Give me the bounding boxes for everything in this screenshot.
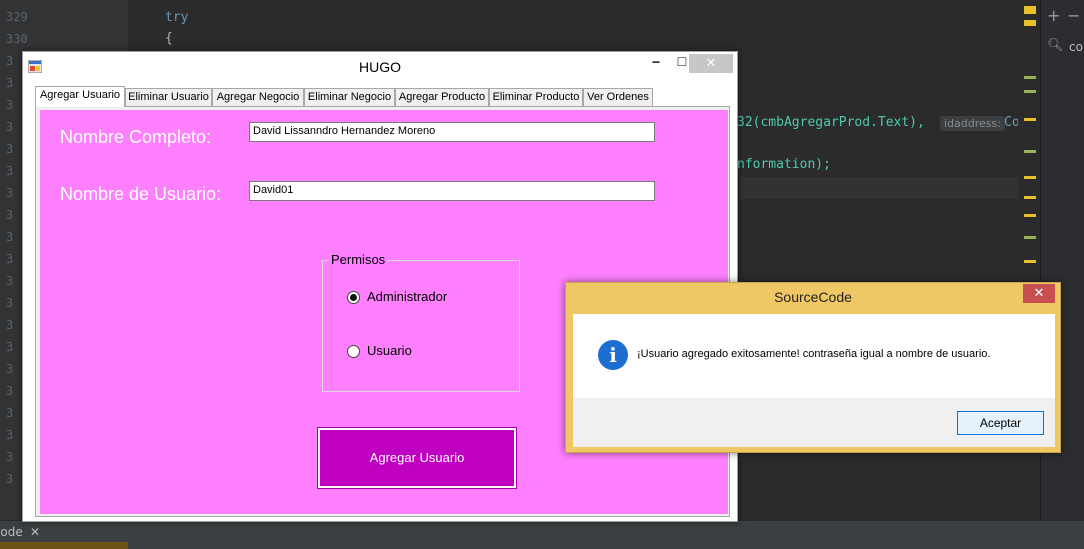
close-button[interactable]: ✕ [689,54,733,73]
tab-ver-ordenes[interactable]: Ver Ordenes [583,88,653,106]
message-box-title: SourceCode [774,289,852,305]
tab-agregar-negocio[interactable]: Agregar Negocio [212,88,304,106]
code-brace: { [165,31,173,46]
full-name-label: Nombre Completo: [60,127,212,147]
line-number: 3 [6,340,14,354]
window-titlebar[interactable]: HUGO 🗕 ☐ ✕ [23,52,737,82]
message-footer: Aceptar [573,398,1055,447]
line-number: 3 [6,142,14,156]
radio-dot [350,294,357,301]
radio-label-administrador[interactable]: Administrador [367,289,447,304]
close-icon[interactable]: ✕ [30,525,40,539]
scroll-marker[interactable] [1024,176,1036,179]
search-icon[interactable]: 🔍︎ [1047,38,1064,53]
line-number: 3 [6,54,14,68]
permissions-legend: Permisos [329,252,388,267]
scroll-marker[interactable] [1024,150,1036,153]
search-text[interactable]: co [1069,40,1083,54]
line-number: 3 [6,406,14,420]
tab-eliminar-usuario[interactable]: Eliminar Usuario [125,88,212,106]
code-call-suffix: 32(cmbAgregarProd.Text), [737,115,925,130]
line-number: 3 [6,120,14,134]
scroll-marker[interactable] [1024,196,1036,199]
permissions-groupbox: Permisos Administrador Usuario [322,252,520,392]
line-number: 3 [6,450,14,464]
tab-eliminar-producto[interactable]: Eliminar Producto [489,88,583,106]
line-number: 3 [6,384,14,398]
scroll-marker[interactable] [1024,118,1036,121]
line-number: 3 [6,472,14,486]
code-call-text: 32(cmbAgregarProd.Text), [737,115,925,130]
scroll-marker[interactable] [1024,214,1036,217]
message-body: i ¡Usuario agregado exitosamente! contra… [573,314,1055,398]
editor-tab-label[interactable]: Code [0,525,23,539]
tab-agregar-producto[interactable]: Agregar Producto [395,88,489,106]
line-number: 3 [6,98,14,112]
aceptar-button[interactable]: Aceptar [957,411,1044,435]
right-tool-panel: + − 🔍︎ co [1040,0,1084,549]
tab-eliminar-negocio[interactable]: Eliminar Negocio [304,88,395,106]
info-icon: i [598,340,628,370]
scroll-marker[interactable] [1024,236,1036,239]
code-keyword-try: try [165,10,189,25]
message-box-close-button[interactable]: ✕ [1023,284,1055,303]
status-bar: Code ✕ [0,520,1084,549]
radio-button[interactable] [347,345,360,358]
scroll-marker[interactable] [1024,76,1036,79]
plus-icon[interactable]: + [1047,6,1060,25]
progress-strip [0,542,128,549]
scroll-marker[interactable] [1024,20,1036,26]
username-label: Nombre de Usuario: [60,184,222,204]
current-line-highlight [740,177,1040,199]
scroll-marker[interactable] [1024,90,1036,93]
line-number: 3 [6,252,14,266]
line-number: 3 [6,164,14,178]
parameter-hint: idaddress: [940,116,1005,131]
message-box: SourceCode ✕ i ¡Usuario agregado exitosa… [565,282,1061,453]
line-number: 3 [6,76,14,90]
line-number: 3 [6,362,14,376]
line-number: 3 [6,208,14,222]
line-number: 3 [6,318,14,332]
agregar-usuario-button[interactable]: Agregar Usuario [317,427,517,489]
message-text: ¡Usuario agregado exitosamente! contrase… [637,348,991,360]
line-number: 3 [6,230,14,244]
line-number: 329 [6,10,28,24]
window-title: HUGO [359,59,401,75]
line-number: 330 [6,32,28,46]
line-number: 3 [6,274,14,288]
radio-label-usuario[interactable]: Usuario [367,343,412,358]
line-number: 3 [6,296,14,310]
code-information: nformation); [737,157,831,172]
username-input[interactable]: David01 [249,181,655,201]
full-name-input[interactable]: David Lissanndro Hernandez Moreno [249,122,655,142]
minus-icon[interactable]: − [1067,6,1080,25]
tab-agregar-usuario[interactable]: Agregar Usuario [35,86,125,107]
scroll-marker[interactable] [1024,260,1036,263]
minimize-button[interactable]: 🗕 [643,53,669,73]
radio-button-checked[interactable] [347,291,360,304]
line-number: 3 [6,428,14,442]
scroll-marker[interactable] [1024,6,1036,14]
line-number: 3 [6,186,14,200]
